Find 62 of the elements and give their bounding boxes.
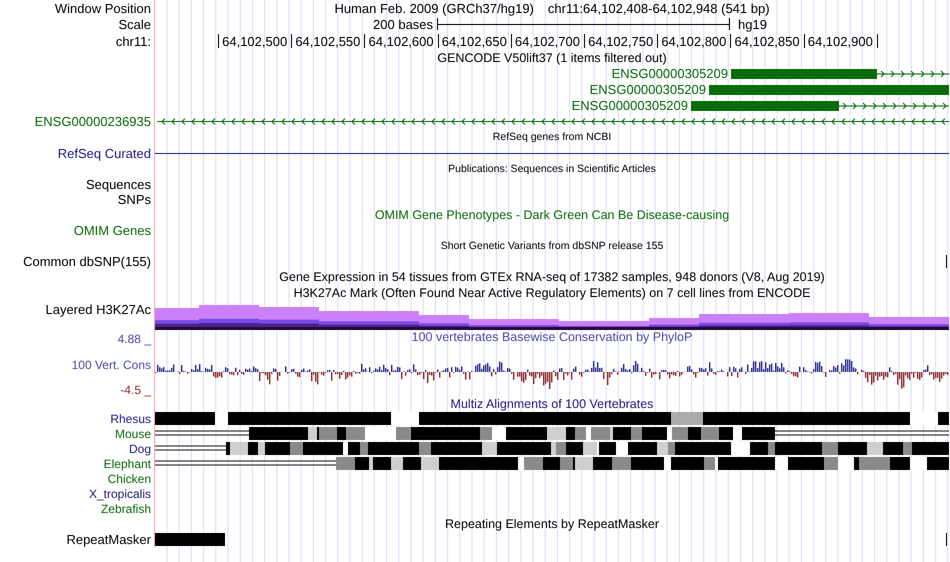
track-label[interactable]: OMIM Genes (74, 224, 151, 237)
row-label[interactable]: Window Position (54, 2, 151, 14)
track-title: Short Genetic Variants from dbSNP release 155 (440, 240, 664, 252)
species-label[interactable]: Elephant (104, 458, 151, 470)
species-label[interactable]: X_tropicalis (88, 488, 151, 500)
gene-feature[interactable] (691, 98, 949, 114)
feature-tick (946, 255, 947, 268)
row-label[interactable]: Scale (118, 18, 151, 30)
species-label[interactable]: Zebrafish (100, 502, 151, 514)
gene-label[interactable]: ENSG00000236935 (34, 115, 151, 128)
position-text: chr11:64,102,408-64,102,948 (541 bp) (548, 2, 770, 14)
track-label[interactable]: RefSeq Curated (58, 147, 151, 160)
assembly-title: Human Feb. 2009 (GRCh37/hg19) (334, 2, 534, 14)
ruler-tick (438, 34, 439, 48)
track-title: OMIM Gene Phenotypes - Dark Green Can Be Disease-causing (374, 208, 730, 222)
ruler-label: 64,102,850 (734, 35, 800, 48)
gene-label[interactable]: ENSG00000305209 (612, 67, 728, 80)
species-label[interactable]: Mouse (114, 428, 151, 440)
track-title: GENCODE V50lift37 (1 items filtered out) (437, 52, 667, 64)
track-title: RefSeq genes from NCBI (492, 132, 612, 143)
ruler-tick (804, 34, 805, 48)
feature-tick (946, 533, 947, 546)
ruler-tick (510, 34, 512, 48)
gene-feature[interactable] (709, 82, 949, 98)
axis-label[interactable]: 4.88 _ (118, 333, 151, 345)
ruler-tick (730, 34, 732, 48)
track-label[interactable]: Layered H3K27Ac (45, 303, 151, 316)
assembly-label: hg19 (738, 18, 767, 30)
ruler-label: 64,102,800 (661, 35, 726, 48)
species-label[interactable]: Chicken (108, 472, 151, 484)
ruler-tick (657, 34, 658, 48)
track-title: Multiz Alignments of 100 Vertebrates (450, 398, 654, 411)
track-title: Repeating Elements by RepeatMasker (444, 518, 659, 530)
ruler-label: 64,102,550 (295, 35, 360, 48)
species-label[interactable]: Rhesus (110, 412, 151, 424)
ruler-tick (364, 34, 366, 48)
track-title: Publications: Sequences in Scientific Articles (448, 164, 656, 174)
ruler-tick (876, 34, 878, 48)
ruler-tick (218, 34, 219, 48)
scale-text: 200 bases (373, 18, 434, 30)
track-label[interactable]: 100 Vert. Cons (72, 358, 151, 370)
track-title: H3K27Ac Mark (Often Found Near Active Regulatory Elements) on 7 cell lines from ENCODE (294, 286, 810, 300)
row-label[interactable]: chr11: (116, 34, 151, 48)
species-label[interactable]: Dog (128, 442, 151, 454)
track-label[interactable]: RepeatMasker (66, 533, 151, 546)
ruler-label: 64,102,500 (222, 35, 288, 48)
gene-feature[interactable] (731, 66, 949, 82)
ruler-label: 64,102,750 (588, 35, 654, 48)
ruler-tick (291, 34, 292, 48)
ruler-label: 64,102,600 (368, 35, 434, 48)
track-label[interactable]: Sequences (86, 178, 151, 190)
ruler-label: 64,102,700 (514, 35, 580, 48)
ruler-tick (584, 34, 585, 48)
track-title: 100 vertebrates Basewise Conservation by PhyloP (412, 331, 692, 344)
ruler-label: 64,102,900 (808, 35, 873, 48)
track-label[interactable]: Common dbSNP(155) (23, 255, 151, 268)
axis-label[interactable]: -4.5 _ (120, 384, 151, 396)
gene-label[interactable]: ENSG00000305209 (572, 99, 688, 112)
gene-label[interactable]: ENSG00000305209 (590, 83, 706, 96)
track-title: Gene Expression in 54 tissues from GTEx RNA-seq of 17382 samples, 948 donors (V8, Aug 2019) (279, 270, 825, 284)
ruler-label: 64,102,650 (442, 35, 507, 48)
track-label[interactable]: SNPs (118, 192, 151, 206)
